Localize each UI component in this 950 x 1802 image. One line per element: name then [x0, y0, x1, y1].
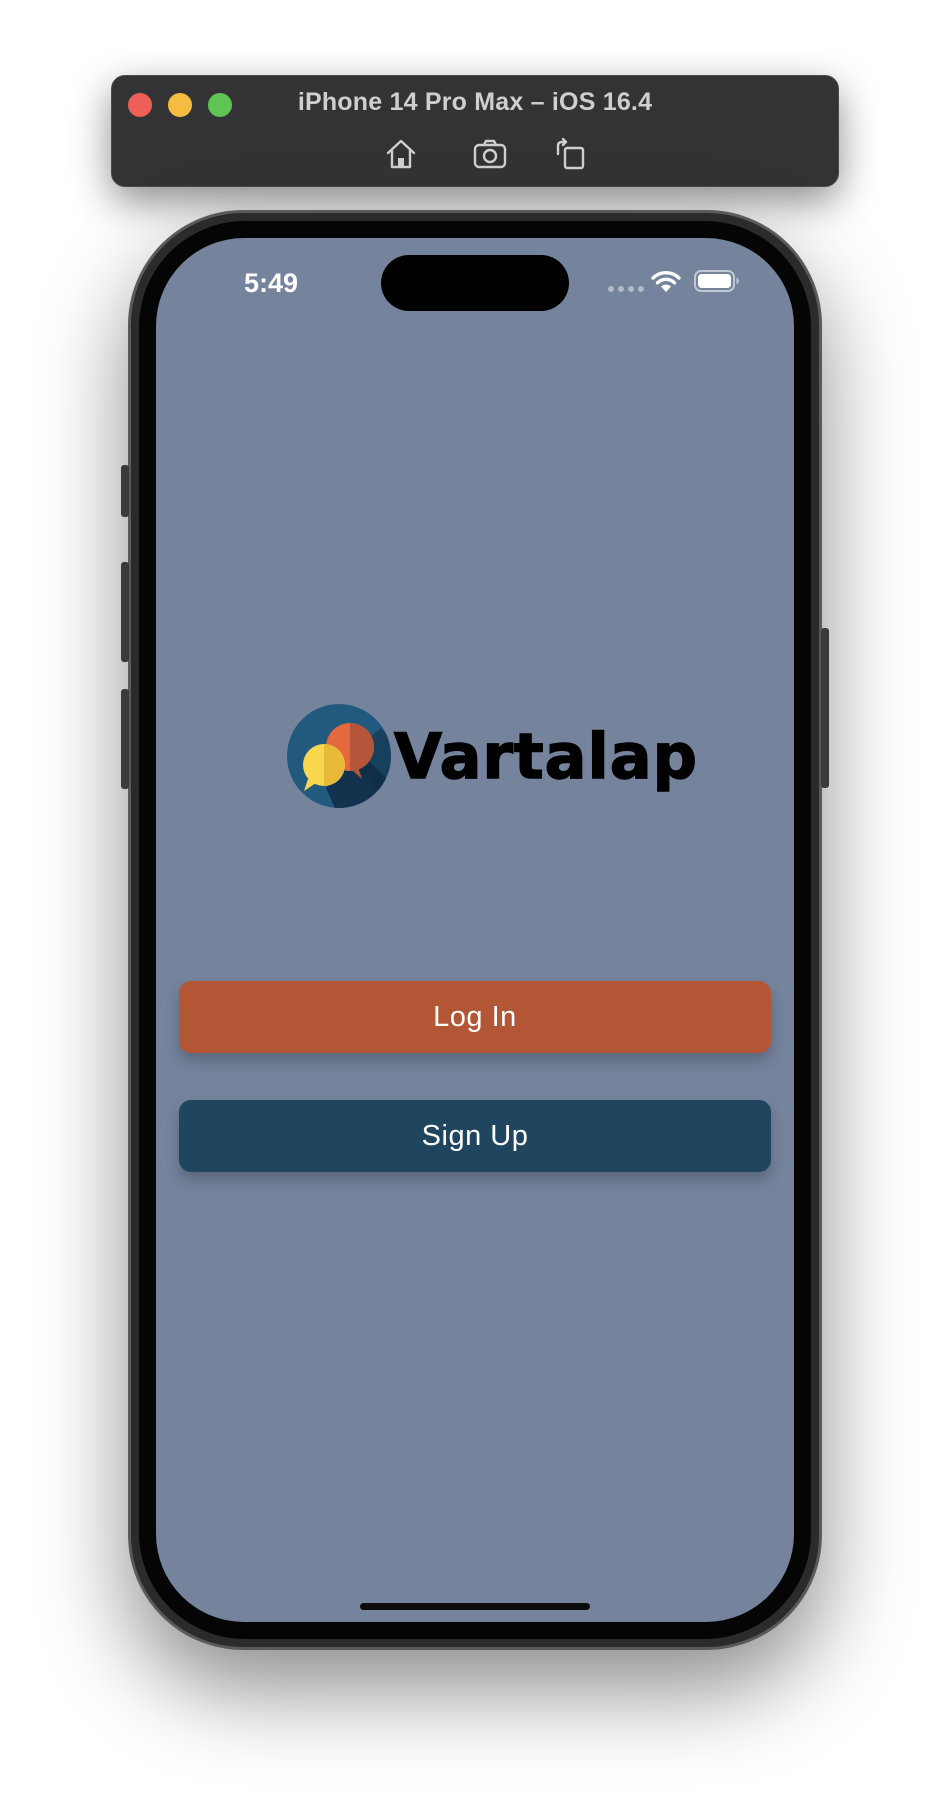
simulator-toolbar: iPhone 14 Pro Max – iOS 16.4	[111, 75, 839, 187]
status-time: 5:49	[244, 268, 299, 298]
dynamic-island	[381, 255, 569, 311]
volume-up-button[interactable]	[121, 562, 129, 662]
simulator-title: iPhone 14 Pro Max – iOS 16.4	[297, 88, 653, 116]
home-indicator[interactable]	[360, 1603, 590, 1610]
signup-button[interactable]: Sign Up	[179, 1100, 771, 1172]
screenshot-button[interactable]	[472, 136, 508, 172]
home-icon	[386, 139, 416, 169]
action-button[interactable]	[121, 465, 129, 517]
app-screen: 5:49 Vartalap Log In Sign Up	[156, 238, 794, 1622]
app-logo-text: Vartalap	[393, 719, 698, 794]
rotate-icon	[556, 137, 585, 170]
simulator-stage: iPhone 14 Pro Max – iOS 16.4 5:49 Vartal…	[0, 0, 950, 1802]
wifi-icon	[651, 271, 681, 292]
app-logo: Vartalap	[286, 702, 698, 810]
chat-bubbles-icon	[287, 704, 391, 808]
rotate-button[interactable]	[552, 136, 588, 172]
screenshot-icon	[473, 139, 507, 169]
login-button[interactable]: Log In	[179, 981, 771, 1053]
home-button[interactable]	[383, 136, 419, 172]
cellular-signal-icon	[608, 286, 644, 292]
power-button[interactable]	[821, 628, 829, 788]
battery-icon	[694, 270, 739, 292]
volume-down-button[interactable]	[121, 689, 129, 789]
